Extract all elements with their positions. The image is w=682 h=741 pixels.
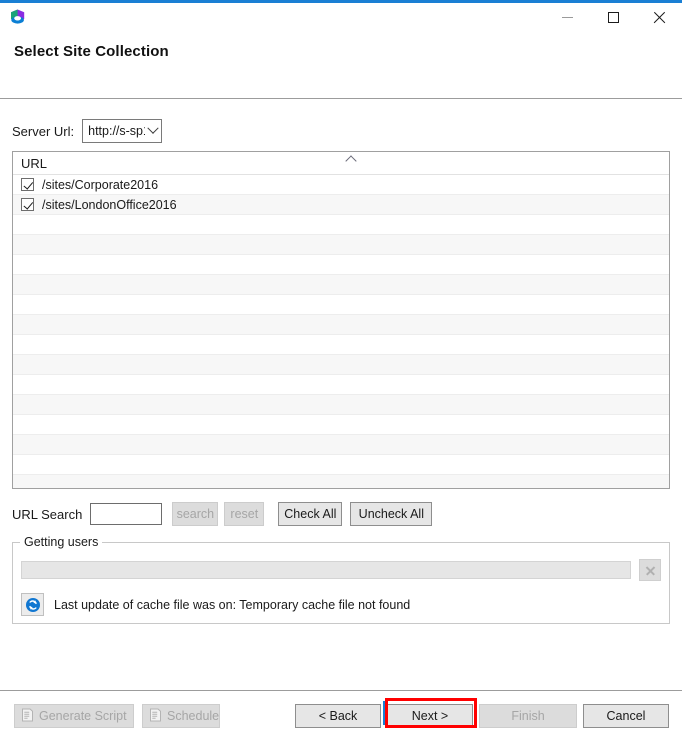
url-list-rows: /sites/Corporate2016/sites/LondonOffice2… (13, 175, 669, 488)
minimize-icon (561, 17, 573, 18)
url-list-empty-row (13, 395, 669, 415)
cancel-progress-button[interactable] (639, 559, 661, 581)
next-button[interactable]: Next > (387, 704, 473, 728)
cache-status-text: Last update of cache file was on: Tempor… (54, 597, 411, 612)
url-list-empty-row (13, 435, 669, 455)
maximize-icon (607, 12, 619, 23)
url-list-empty-row (13, 415, 669, 435)
server-url-value: http://s-sp1( (88, 124, 145, 138)
chevron-down-icon (145, 122, 161, 135)
url-column-header: URL (21, 155, 48, 171)
sort-ascending-icon (345, 154, 357, 167)
maximize-button[interactable] (590, 3, 636, 32)
url-list-empty-row (13, 215, 669, 235)
url-list-header[interactable]: URL (13, 152, 669, 175)
script-document-icon (21, 708, 34, 725)
url-list-empty-row (13, 295, 669, 315)
getting-users-legend: Getting users (20, 535, 103, 549)
generate-script-button[interactable]: Generate Script (14, 704, 134, 728)
close-icon (653, 11, 666, 24)
url-list-item[interactable]: /sites/Corporate2016 (13, 175, 669, 195)
dialog-body: Server Url: http://s-sp1( URL /sites/Cor… (0, 99, 682, 690)
next-button-focus-edge (383, 701, 385, 725)
getting-users-group: Getting users Last update of cache file … (12, 535, 670, 624)
url-list-empty-row (13, 235, 669, 255)
minimize-button[interactable] (544, 3, 590, 32)
url-item-label: /sites/LondonOffice2016 (42, 197, 177, 212)
schedule-label: Schedule (167, 709, 220, 723)
url-list[interactable]: URL /sites/Corporate2016/sites/LondonOff… (12, 151, 670, 489)
url-item-label: /sites/Corporate2016 (42, 177, 159, 192)
uncheck-all-button[interactable]: Uncheck All (350, 502, 433, 526)
url-list-empty-row (13, 455, 669, 475)
back-button[interactable]: < Back (295, 704, 381, 728)
dialog-window: Select Site Collection Server Url: http:… (0, 0, 682, 741)
url-list-empty-row (13, 315, 669, 335)
url-list-empty-row (13, 335, 669, 355)
cache-status-row: Last update of cache file was on: Tempor… (21, 593, 661, 616)
progress-bar (21, 561, 631, 579)
close-button[interactable] (636, 3, 682, 32)
page-title: Select Site Collection (14, 43, 169, 60)
dialog-header: Select Site Collection (0, 34, 682, 98)
check-all-button[interactable]: Check All (278, 502, 343, 526)
server-url-label: Server Url: (12, 123, 75, 139)
server-url-dropdown[interactable]: http://s-sp1( (82, 119, 163, 143)
url-list-empty-row (13, 475, 669, 488)
title-bar (0, 3, 682, 34)
url-list-empty-row (13, 375, 669, 395)
progress-row (21, 559, 661, 581)
schedule-button[interactable]: Schedule (142, 704, 220, 728)
url-item-checkbox[interactable] (21, 178, 34, 191)
generate-script-label: Generate Script (39, 709, 127, 723)
search-button[interactable]: search (172, 502, 219, 526)
reset-button[interactable]: reset (224, 502, 265, 526)
cancel-button[interactable]: Cancel (583, 704, 669, 728)
url-search-row: URL Search search reset Check All Unchec… (12, 502, 670, 526)
app-logo-icon (8, 8, 27, 27)
refresh-sync-icon (25, 597, 40, 612)
url-list-empty-row (13, 355, 669, 375)
url-list-empty-row (13, 255, 669, 275)
finish-button[interactable]: Finish (479, 704, 577, 728)
close-icon (646, 566, 655, 575)
server-url-row: Server Url: http://s-sp1( (12, 119, 670, 143)
url-item-checkbox[interactable] (21, 198, 34, 211)
url-list-empty-row (13, 275, 669, 295)
script-document-icon (149, 708, 162, 725)
window-controls (544, 3, 682, 32)
dialog-footer: Generate Script Schedule < Back Next > F… (0, 691, 682, 741)
refresh-cache-button[interactable] (21, 593, 44, 616)
url-search-input[interactable] (90, 503, 163, 525)
url-list-item[interactable]: /sites/LondonOffice2016 (13, 195, 669, 215)
url-search-label: URL Search (12, 506, 83, 522)
